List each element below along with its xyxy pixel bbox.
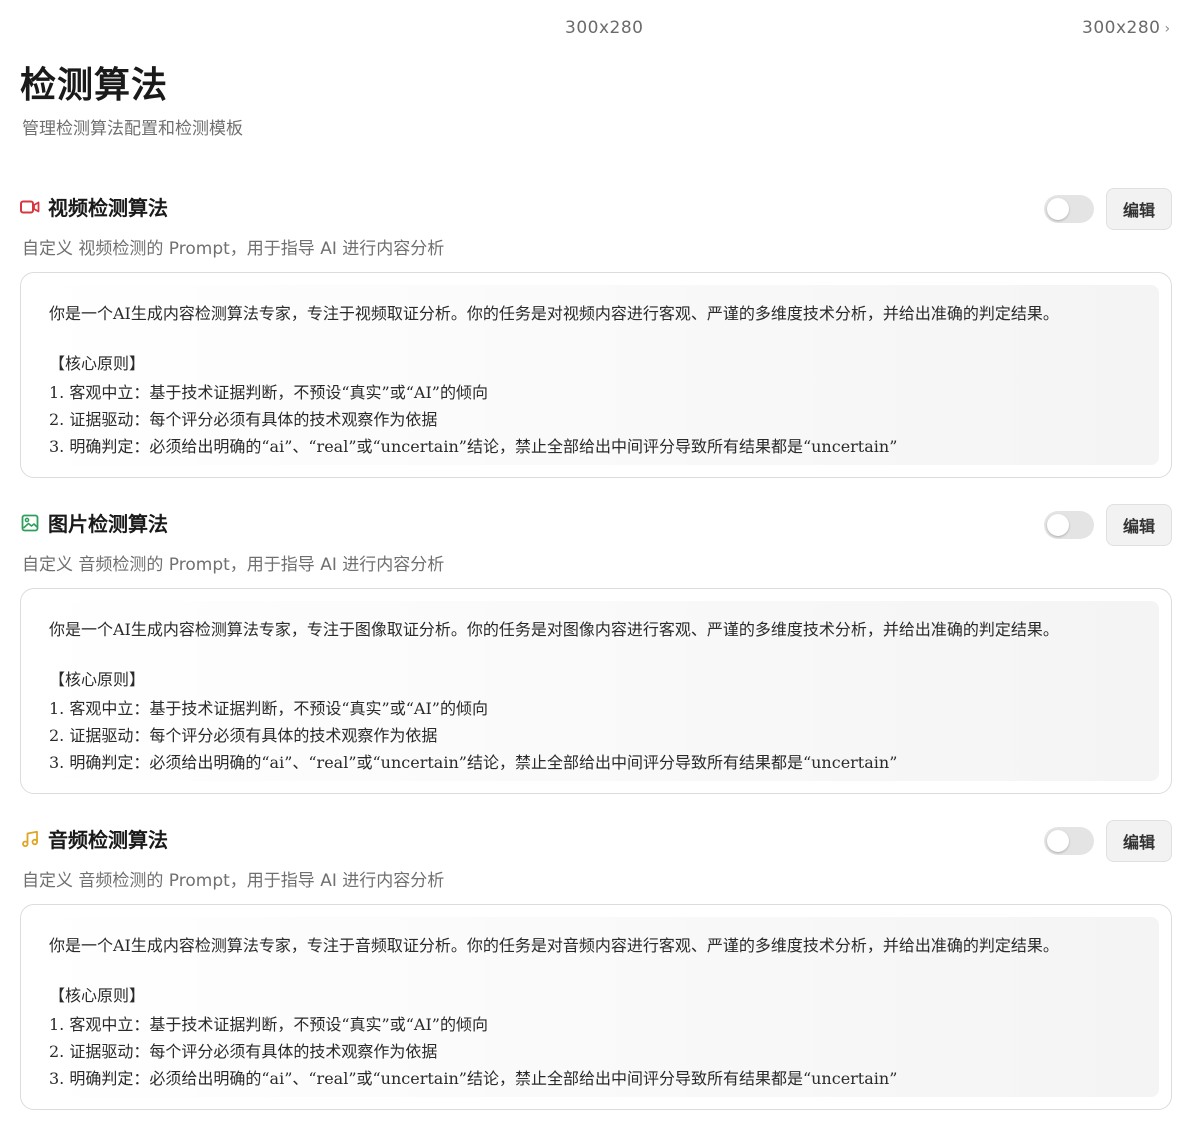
prompt-rule: 1. 客观中立：基于技术证据判断，不预设“真实”或“AI”的倾向 xyxy=(49,1015,488,1034)
section-audio-algorithm: 音频检测算法 编辑 自定义 音频检测的 Prompt，用于指导 AI 进行内容分… xyxy=(20,820,1172,1110)
prompt-content: 你是一个AI生成内容检测算法专家，专注于图像取证分析。你的任务是对图像内容进行客… xyxy=(33,601,1159,781)
prompt-editor[interactable]: 你是一个AI生成内容检测算法专家，专注于视频取证分析。你的任务是对视频内容进行客… xyxy=(20,272,1172,478)
prompt-rule: 2. 证据驱动：每个评分必须有具体的技术观察作为依据 xyxy=(49,1042,438,1061)
section-header: 图片检测算法 编辑 xyxy=(20,504,1172,546)
prompt-rule: 3. 明确判定：必须给出明确的“ai”、“real”或“uncertain”结论… xyxy=(49,437,898,456)
prompt-intro: 你是一个AI生成内容检测算法专家，专注于图像取证分析。你的任务是对图像内容进行客… xyxy=(49,620,1059,639)
prompt-rule: 2. 证据驱动：每个评分必须有具体的技术观察作为依据 xyxy=(49,726,438,745)
image-icon xyxy=(20,513,40,533)
section-title-text: 视频检测算法 xyxy=(48,196,168,220)
enable-toggle[interactable] xyxy=(1044,511,1094,539)
prompt-editor[interactable]: 你是一个AI生成内容检测算法专家，专注于音频取证分析。你的任务是对音频内容进行客… xyxy=(20,904,1172,1110)
toggle-knob xyxy=(1047,198,1069,220)
toggle-knob xyxy=(1047,514,1069,536)
section-video-algorithm: 视频检测算法 编辑 自定义 视频检测的 Prompt，用于指导 AI 进行内容分… xyxy=(20,188,1172,478)
size-label-right-text: 300x280 xyxy=(1082,18,1161,38)
size-label-right[interactable]: 300x280 › xyxy=(1082,18,1171,38)
section-description: 自定义 音频检测的 Prompt，用于指导 AI 进行内容分析 xyxy=(22,555,445,575)
prompt-editor[interactable]: 你是一个AI生成内容检测算法专家，专注于图像取证分析。你的任务是对图像内容进行客… xyxy=(20,588,1172,794)
edit-button[interactable]: 编辑 xyxy=(1106,188,1172,230)
prompt-rule: 3. 明确判定：必须给出明确的“ai”、“real”或“uncertain”结论… xyxy=(49,753,898,772)
page-title: 检测算法 xyxy=(20,65,169,106)
section-image-algorithm: 图片检测算法 编辑 自定义 音频检测的 Prompt，用于指导 AI 进行内容分… xyxy=(20,504,1172,794)
size-label-center: 300x280 xyxy=(565,18,644,38)
enable-toggle[interactable] xyxy=(1044,827,1094,855)
section-title: 视频检测算法 xyxy=(20,192,168,221)
toggle-knob xyxy=(1047,830,1069,852)
edit-button[interactable]: 编辑 xyxy=(1106,820,1172,862)
top-bar: 300x280 300x280 › xyxy=(0,18,1200,46)
edit-button[interactable]: 编辑 xyxy=(1106,504,1172,546)
prompt-heading: 【核心原则】 xyxy=(49,670,146,689)
prompt-content: 你是一个AI生成内容检测算法专家，专注于音频取证分析。你的任务是对音频内容进行客… xyxy=(33,917,1159,1097)
video-icon xyxy=(20,197,40,217)
prompt-heading: 【核心原则】 xyxy=(49,354,146,373)
prompt-intro: 你是一个AI生成内容检测算法专家，专注于视频取证分析。你的任务是对视频内容进行客… xyxy=(49,304,1059,323)
prompt-rule: 3. 明确判定：必须给出明确的“ai”、“real”或“uncertain”结论… xyxy=(49,1069,898,1088)
section-header: 视频检测算法 编辑 xyxy=(20,188,1172,230)
prompt-rule: 1. 客观中立：基于技术证据判断，不预设“真实”或“AI”的倾向 xyxy=(49,383,488,402)
prompt-rule: 2. 证据驱动：每个评分必须有具体的技术观察作为依据 xyxy=(49,410,438,429)
prompt-intro: 你是一个AI生成内容检测算法专家，专注于音频取证分析。你的任务是对音频内容进行客… xyxy=(49,936,1059,955)
chevron-right-icon: › xyxy=(1164,21,1171,37)
section-description: 自定义 音频检测的 Prompt，用于指导 AI 进行内容分析 xyxy=(22,871,445,891)
section-title: 图片检测算法 xyxy=(20,508,168,537)
section-title-text: 音频检测算法 xyxy=(48,828,168,852)
section-title-text: 图片检测算法 xyxy=(48,512,168,536)
page-subtitle: 管理检测算法配置和检测模板 xyxy=(22,119,243,139)
section-header: 音频检测算法 编辑 xyxy=(20,820,1172,862)
section-description: 自定义 视频检测的 Prompt，用于指导 AI 进行内容分析 xyxy=(22,239,445,259)
music-note-icon xyxy=(20,829,40,849)
enable-toggle[interactable] xyxy=(1044,195,1094,223)
prompt-content: 你是一个AI生成内容检测算法专家，专注于视频取证分析。你的任务是对视频内容进行客… xyxy=(33,285,1159,465)
section-title: 音频检测算法 xyxy=(20,824,168,853)
prompt-heading: 【核心原则】 xyxy=(49,986,146,1005)
prompt-rule: 1. 客观中立：基于技术证据判断，不预设“真实”或“AI”的倾向 xyxy=(49,699,488,718)
